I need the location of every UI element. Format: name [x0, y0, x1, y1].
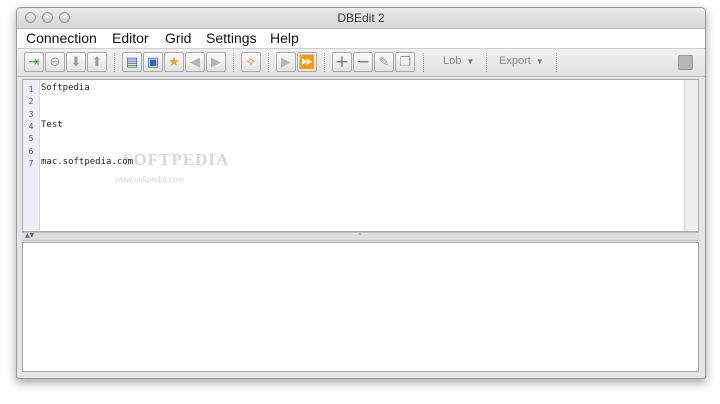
code-line[interactable]: mac.softpedia.com — [41, 157, 133, 167]
remove-row-button[interactable]: − — [353, 52, 373, 72]
back-button[interactable]: ◀ — [185, 52, 205, 72]
toolbar: ⇥ ⊖ ⬇ ⬆ ▤ ▣ ★ ◀ ▶ ✧ ▶ ⏩ + − ✎ ❐ Lob ▼ Exp… — [17, 49, 705, 77]
remove-row-icon: − — [355, 51, 371, 72]
disconnect-button[interactable]: ⊖ — [45, 52, 65, 72]
save-file-icon: ▣ — [146, 54, 160, 70]
edit-row-button[interactable]: ✎ — [374, 52, 394, 72]
app-window: DBEdit 2 Connection Editor Grid Settings… — [16, 7, 706, 379]
sql-editor[interactable]: 1 2 3 4 5 6 7 SOFTPEDIA www.softpedia.co… — [22, 79, 699, 232]
connect-icon: ⇥ — [28, 54, 40, 70]
split-pane-divider[interactable]: ▲▼ ⌃ — [22, 232, 699, 241]
code-line[interactable]: Softpedia — [41, 83, 90, 93]
export-dropdown-label: Export — [499, 55, 531, 67]
open-file-icon: ▤ — [125, 54, 139, 70]
line-number: 1 — [28, 85, 34, 94]
forward-button[interactable]: ▶ — [206, 52, 226, 72]
menu-help[interactable]: Help — [270, 30, 299, 46]
editor-vertical-scrollbar[interactable] — [684, 80, 698, 231]
line-number: 7 — [28, 159, 34, 168]
upload-button[interactable]: ⬆ — [87, 52, 107, 72]
code-line[interactable]: Test — [41, 120, 63, 130]
run-all-button[interactable]: ⏩ — [297, 52, 317, 72]
menu-connection[interactable]: Connection — [26, 30, 97, 46]
back-arrow-icon: ◀ — [190, 54, 200, 70]
save-file-button[interactable]: ▣ — [143, 52, 163, 72]
edit-row-icon: ✎ — [378, 54, 390, 70]
toolbar-separator — [423, 53, 425, 72]
magic-wand-button[interactable]: ✧ — [241, 52, 261, 72]
toolbar-separator — [268, 53, 270, 72]
line-number: 2 — [28, 97, 34, 106]
run-button[interactable]: ▶ — [276, 52, 296, 72]
add-row-button[interactable]: + — [332, 52, 352, 72]
line-number: 3 — [28, 110, 34, 119]
softpedia-watermark: SOFTPEDIA — [123, 150, 230, 169]
upload-icon: ⬆ — [91, 54, 103, 70]
lob-dropdown-label: Lob — [443, 55, 462, 67]
run-all-icon: ⏩ — [298, 54, 316, 70]
line-number-gutter: 1 2 3 4 5 6 7 — [23, 80, 40, 231]
line-number: 5 — [28, 134, 34, 143]
collapse-arrows-icon[interactable]: ▲▼ — [25, 232, 34, 239]
disconnect-icon: ⊖ — [49, 54, 61, 70]
lob-dropdown[interactable]: Lob ▼ — [443, 55, 474, 67]
window-title: DBEdit 2 — [337, 11, 385, 25]
copy-row-button[interactable]: ❐ — [395, 52, 415, 72]
toolbar-separator — [233, 53, 235, 72]
add-row-icon: + — [334, 51, 350, 72]
results-grid[interactable] — [22, 242, 699, 372]
forward-arrow-icon: ▶ — [211, 54, 221, 70]
menu-editor[interactable]: Editor — [112, 30, 149, 46]
connect-button[interactable]: ⇥ — [24, 52, 44, 72]
download-icon: ⬇ — [70, 54, 82, 70]
open-file-button[interactable]: ▤ — [122, 52, 142, 72]
toolbar-separator — [556, 53, 558, 72]
dropdown-arrow-icon: ▼ — [466, 57, 475, 66]
toolbar-separator — [114, 53, 116, 72]
favorite-button[interactable]: ★ — [164, 52, 184, 72]
download-button[interactable]: ⬇ — [66, 52, 86, 72]
menu-grid[interactable]: Grid — [165, 30, 191, 46]
export-dropdown[interactable]: Export ▼ — [499, 55, 544, 67]
menu-bar: Connection Editor Grid Settings Help — [17, 29, 705, 49]
run-icon: ▶ — [281, 54, 291, 70]
copy-row-icon: ❐ — [399, 54, 411, 70]
toolbar-separator — [324, 53, 326, 72]
divider-grip-icon[interactable]: ⌃ — [357, 232, 363, 240]
line-number: 4 — [28, 122, 34, 131]
title-bar: DBEdit 2 — [17, 8, 705, 29]
magic-wand-icon: ✧ — [245, 54, 257, 70]
menu-settings[interactable]: Settings — [206, 30, 257, 46]
dropdown-arrow-icon: ▼ — [535, 57, 544, 66]
line-number: 6 — [28, 147, 34, 156]
softpedia-watermark-url: www.softpedia.com — [115, 175, 184, 184]
toolbar-separator — [486, 53, 488, 72]
favorite-star-icon: ★ — [168, 54, 180, 70]
stop-button[interactable] — [678, 55, 693, 70]
